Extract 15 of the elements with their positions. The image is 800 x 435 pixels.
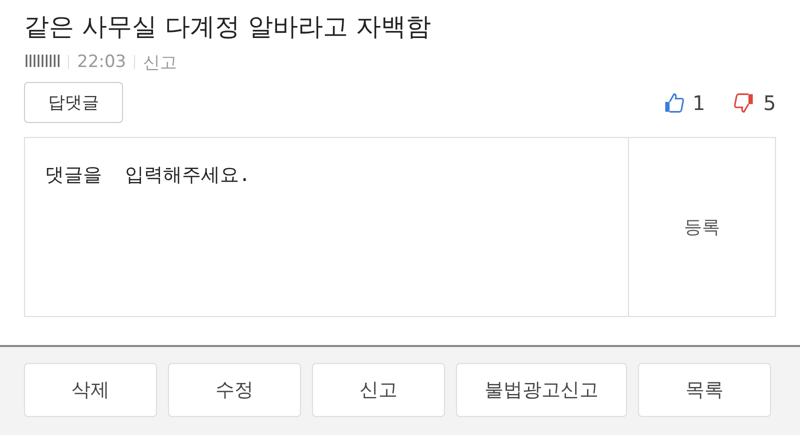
dislike-count: 5 xyxy=(763,90,776,114)
thumbs-down-icon[interactable] xyxy=(733,92,756,114)
submit-button[interactable]: 등록 xyxy=(628,137,776,317)
post-time: 22:03 xyxy=(77,52,126,72)
post-title: 같은 사무실 다계정 알바라고 자백함 xyxy=(24,11,432,43)
action-button[interactable]: 수정 xyxy=(168,363,301,417)
action-button[interactable]: 목록 xyxy=(638,363,771,417)
action-button[interactable]: 신고 xyxy=(312,363,445,417)
author-name: IIIIIIIII xyxy=(24,52,60,72)
comment-field[interactable]: 댓글을 입력해주세요. xyxy=(24,137,628,317)
reply-button[interactable]: 답댓글 xyxy=(24,82,123,123)
thumbs-up-icon[interactable] xyxy=(662,92,685,114)
like-count: 1 xyxy=(692,90,706,114)
action-button[interactable]: 불법광고신고 xyxy=(456,363,627,417)
action-button[interactable]: 삭제 xyxy=(24,363,157,417)
